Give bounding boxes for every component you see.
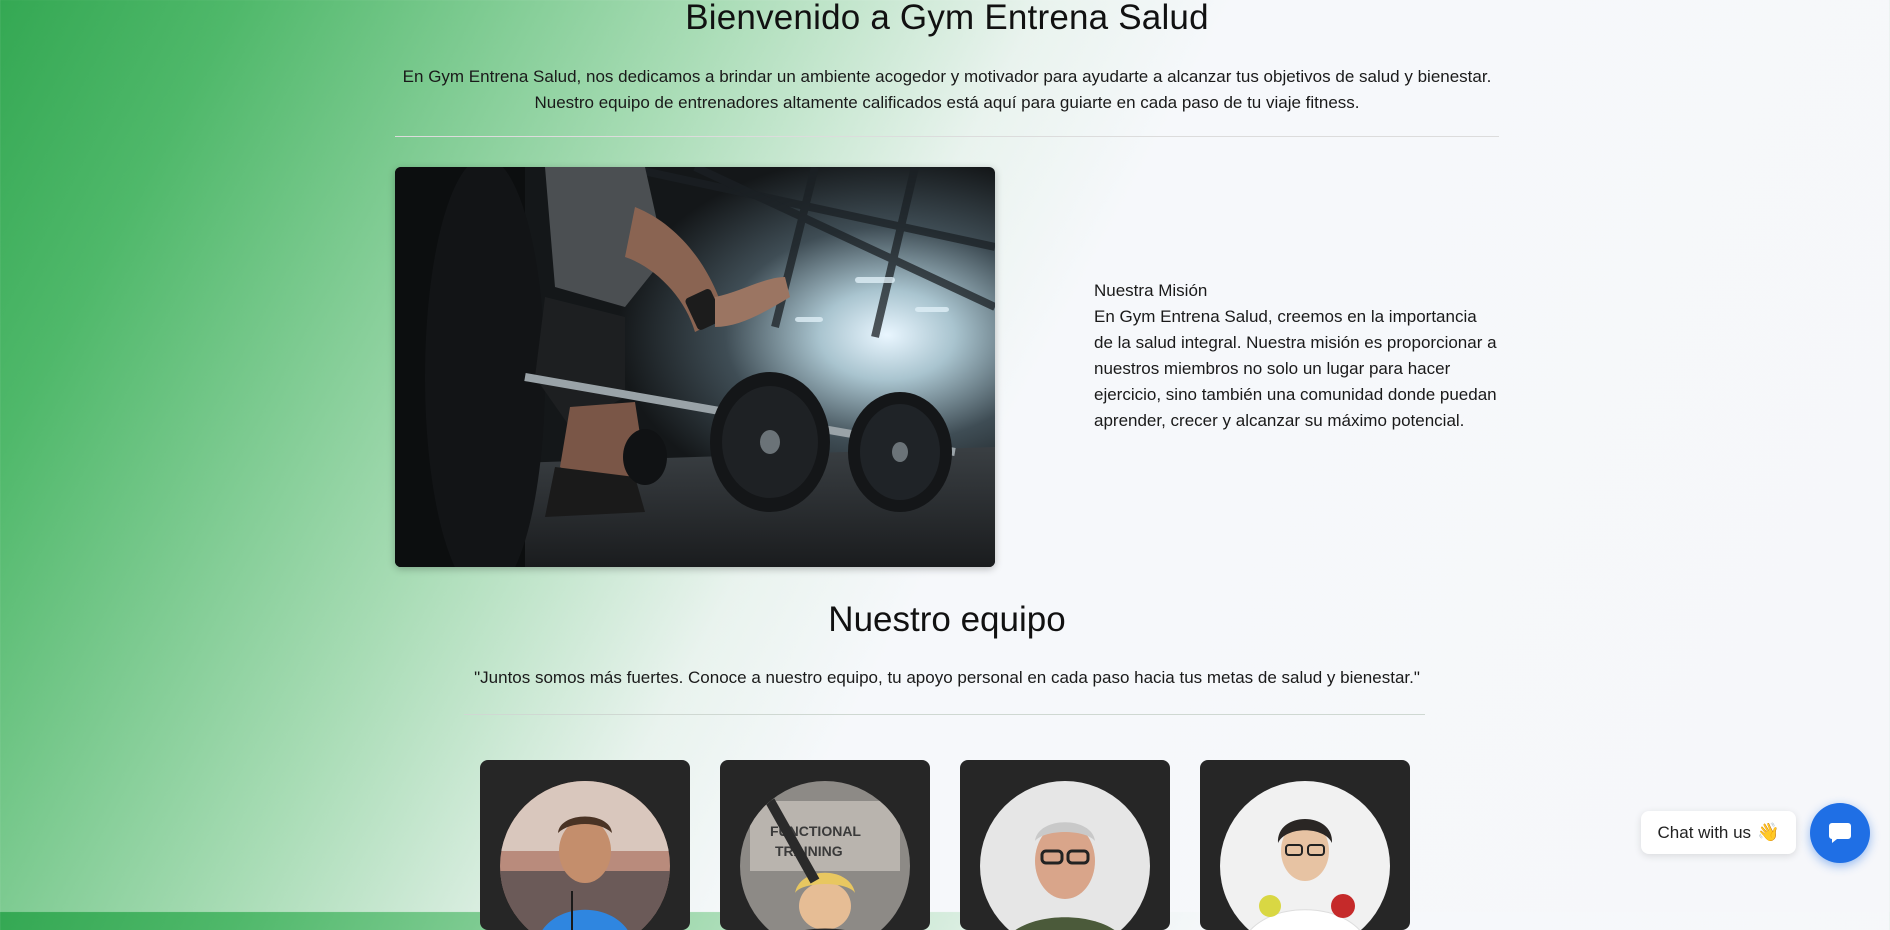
team-cards: FUNCTIONAL TRAINING xyxy=(480,760,1420,930)
team-card-trainer-1[interactable] xyxy=(480,760,690,930)
chat-open-button[interactable] xyxy=(1810,803,1870,863)
team-title: Nuestro equipo xyxy=(828,600,1066,639)
waving-hand-icon: 👋 xyxy=(1757,822,1780,842)
intro-line-2: Nuestro equipo de entrenadores altamente… xyxy=(534,93,1360,112)
trainer-3-photo xyxy=(980,781,1150,930)
svg-text:TRAINING: TRAINING xyxy=(775,843,843,859)
mission-section: Nuestra Misión En Gym Entrena Salud, cre… xyxy=(1094,278,1499,434)
trainer-2-photo: FUNCTIONAL TRAINING xyxy=(740,781,910,930)
chat-bubble-icon xyxy=(1829,823,1851,843)
gym-barbell-photo xyxy=(395,167,995,567)
team-card-trainer-3[interactable] xyxy=(960,760,1170,930)
trainer-1-photo xyxy=(500,781,670,930)
trainer-4-photo xyxy=(1220,781,1390,930)
intro-text: En Gym Entrena Salud, nos dedicamos a br… xyxy=(395,64,1499,116)
team-card-trainer-4[interactable] xyxy=(1200,760,1410,930)
chat-with-us-bubble[interactable]: Chat with us 👋 xyxy=(1641,811,1796,854)
team-quote: "Juntos somos más fuertes. Conoce a nues… xyxy=(474,668,1420,687)
page-title: Bienvenido a Gym Entrena Salud xyxy=(685,0,1209,37)
mission-text: En Gym Entrena Salud, creemos en la impo… xyxy=(1094,307,1497,430)
team-card-trainer-2[interactable]: FUNCTIONAL TRAINING xyxy=(720,760,930,930)
chat-with-us-label: Chat with us xyxy=(1657,822,1752,842)
team-divider xyxy=(464,714,1425,715)
mission-heading: Nuestra Misión xyxy=(1094,281,1208,300)
intro-line-1: En Gym Entrena Salud, nos dedicamos a br… xyxy=(402,67,1492,86)
section-divider xyxy=(395,136,1499,137)
